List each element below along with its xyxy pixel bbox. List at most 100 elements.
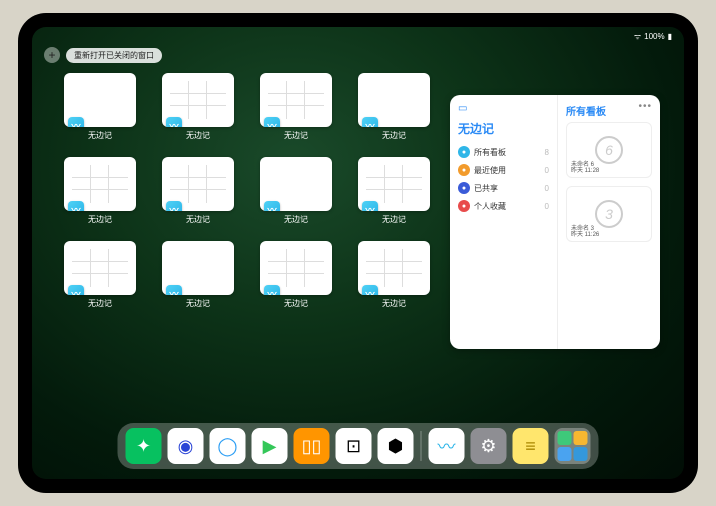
freeform-app-icon: 〰 bbox=[264, 201, 280, 211]
thumbnail-preview: 〰 bbox=[260, 73, 332, 127]
window-thumbnail[interactable]: 〰 无边记 bbox=[358, 73, 430, 151]
window-grid: 〰 无边记 〰 无边记 〰 无边记 〰 无边记 〰 无边记 〰 无边记 〰 无边… bbox=[64, 73, 430, 319]
thumbnail-preview: 〰 bbox=[162, 73, 234, 127]
thumbnail-preview: 〰 bbox=[260, 157, 332, 211]
thumbnail-label: 无边记 bbox=[284, 214, 308, 225]
thumbnail-preview: 〰 bbox=[260, 241, 332, 295]
settings-icon[interactable]: ⚙ bbox=[471, 428, 507, 464]
thumbnail-label: 无边记 bbox=[88, 214, 112, 225]
freeform-app-icon: 〰 bbox=[264, 285, 280, 295]
window-thumbnail[interactable]: 〰 无边记 bbox=[64, 157, 136, 235]
top-bar: + 重新打开已关闭的窗口 bbox=[44, 47, 162, 63]
thumbnail-label: 无边记 bbox=[186, 298, 210, 309]
screen: ᯤ 100% ▮ + 重新打开已关闭的窗口 〰 无边记 〰 无边记 〰 无边记 … bbox=[32, 27, 684, 479]
sidebar-item-count: 0 bbox=[545, 166, 549, 175]
new-window-button[interactable]: + bbox=[44, 47, 60, 63]
thumbnail-preview: 〰 bbox=[162, 157, 234, 211]
freeform-app-icon: 〰 bbox=[264, 117, 280, 127]
window-thumbnail[interactable]: 〰 无边记 bbox=[260, 157, 332, 235]
sidebar-item-count: 8 bbox=[545, 148, 549, 157]
category-icon: ● bbox=[458, 146, 470, 158]
thumbnail-preview: 〰 bbox=[358, 157, 430, 211]
board-card[interactable]: 3 未命名 3昨天 11:26 bbox=[566, 186, 652, 242]
board-caption: 未命名 3昨天 11:26 bbox=[571, 226, 599, 239]
freeform-app-icon: 〰 bbox=[166, 201, 182, 211]
thumbnail-preview: 〰 bbox=[162, 241, 234, 295]
freeform-app-icon: 〰 bbox=[166, 285, 182, 295]
graph-icon[interactable]: ⬢ bbox=[378, 428, 414, 464]
thumbnail-label: 无边记 bbox=[186, 214, 210, 225]
thumbnail-label: 无边记 bbox=[382, 214, 406, 225]
thumbnail-preview: 〰 bbox=[64, 73, 136, 127]
thumbnail-label: 无边记 bbox=[186, 130, 210, 141]
thumbnail-label: 无边记 bbox=[88, 298, 112, 309]
sidebar-item[interactable]: ● 个人收藏 0 bbox=[458, 197, 549, 215]
sidebar-item-label: 已共享 bbox=[474, 183, 498, 194]
status-right: ᯤ 100% ▮ bbox=[634, 31, 672, 42]
window-thumbnail[interactable]: 〰 无边记 bbox=[358, 241, 430, 319]
category-icon: ● bbox=[458, 200, 470, 212]
freeform-app-icon: 〰 bbox=[68, 285, 84, 295]
sidebar-item[interactable]: ● 已共享 0 bbox=[458, 179, 549, 197]
sidebar-item[interactable]: ● 最近使用 0 bbox=[458, 161, 549, 179]
thumbnail-label: 无边记 bbox=[382, 130, 406, 141]
thumbnail-label: 无边记 bbox=[382, 298, 406, 309]
window-thumbnail[interactable]: 〰 无边记 bbox=[260, 241, 332, 319]
battery-icon: ▮ bbox=[668, 32, 672, 41]
browser-icon[interactable]: ◯ bbox=[210, 428, 246, 464]
more-icon[interactable]: ••• bbox=[638, 101, 652, 112]
window-thumbnail[interactable]: 〰 无边记 bbox=[64, 73, 136, 151]
wechat-icon[interactable]: ✦ bbox=[126, 428, 162, 464]
freeform-app-icon: 〰 bbox=[362, 285, 378, 295]
window-thumbnail[interactable]: 〰 无边记 bbox=[64, 241, 136, 319]
quark-icon[interactable]: ◉ bbox=[168, 428, 204, 464]
sidebar-toggle-icon[interactable]: ▭ bbox=[458, 103, 549, 114]
board-thumbnail: 3 bbox=[595, 200, 623, 228]
freeform-app-icon: 〰 bbox=[68, 201, 84, 211]
freeform-app-icon: 〰 bbox=[362, 117, 378, 127]
panel-left: ▭ 无边记 ● 所有看板 8● 最近使用 0● 已共享 0● 个人收藏 0 bbox=[450, 95, 558, 349]
thumbnail-label: 无边记 bbox=[88, 130, 112, 141]
category-icon: ● bbox=[458, 164, 470, 176]
board-thumbnail: 6 bbox=[595, 136, 623, 164]
dock: ✦◉◯▶▯▯⊡⬢ 〰⚙≡ bbox=[118, 423, 599, 469]
window-thumbnail[interactable]: 〰 无边记 bbox=[162, 73, 234, 151]
sidebar-panel: ••• ▭ 无边记 ● 所有看板 8● 最近使用 0● 已共享 0● 个人收藏 … bbox=[450, 95, 660, 349]
freeform-app-icon: 〰 bbox=[362, 201, 378, 211]
sidebar-item-label: 个人收藏 bbox=[474, 201, 506, 212]
freeform-app-icon: 〰 bbox=[166, 117, 182, 127]
wifi-icon: ᯤ bbox=[634, 31, 641, 42]
books-icon[interactable]: ▯▯ bbox=[294, 428, 330, 464]
thumbnail-preview: 〰 bbox=[358, 73, 430, 127]
dock-separator bbox=[421, 431, 422, 461]
thumbnail-label: 无边记 bbox=[284, 298, 308, 309]
thumbnail-label: 无边记 bbox=[284, 130, 308, 141]
window-thumbnail[interactable]: 〰 无边记 bbox=[162, 157, 234, 235]
thumbnail-preview: 〰 bbox=[64, 241, 136, 295]
board-card[interactable]: 6 未命名 6昨天 11:28 bbox=[566, 122, 652, 178]
category-icon: ● bbox=[458, 182, 470, 194]
panel-right: 所有看板 6 未命名 6昨天 11:283 未命名 3昨天 11:26 bbox=[558, 95, 660, 349]
window-thumbnail[interactable]: 〰 无边记 bbox=[260, 73, 332, 151]
ipad-frame: ᯤ 100% ▮ + 重新打开已关闭的窗口 〰 无边记 〰 无边记 〰 无边记 … bbox=[18, 13, 698, 493]
sidebar-item-count: 0 bbox=[545, 184, 549, 193]
sidebar-item-label: 所有看板 bbox=[474, 147, 506, 158]
notes-icon[interactable]: ≡ bbox=[513, 428, 549, 464]
thumbnail-preview: 〰 bbox=[64, 157, 136, 211]
sidebar-item-label: 最近使用 bbox=[474, 165, 506, 176]
status-bar: ᯤ 100% ▮ bbox=[32, 27, 684, 45]
play-icon[interactable]: ▶ bbox=[252, 428, 288, 464]
panel-title: 无边记 bbox=[458, 120, 549, 137]
sidebar-item[interactable]: ● 所有看板 8 bbox=[458, 143, 549, 161]
dice-icon[interactable]: ⊡ bbox=[336, 428, 372, 464]
sidebar-item-count: 0 bbox=[545, 202, 549, 211]
freeform-icon[interactable]: 〰 bbox=[429, 428, 465, 464]
window-thumbnail[interactable]: 〰 无边记 bbox=[162, 241, 234, 319]
battery-label: 100% bbox=[644, 32, 664, 41]
window-thumbnail[interactable]: 〰 无边记 bbox=[358, 157, 430, 235]
reopen-closed-window-button[interactable]: 重新打开已关闭的窗口 bbox=[66, 48, 162, 63]
thumbnail-preview: 〰 bbox=[358, 241, 430, 295]
freeform-app-icon: 〰 bbox=[68, 117, 84, 127]
board-caption: 未命名 6昨天 11:28 bbox=[571, 162, 599, 175]
app-library-icon[interactable] bbox=[555, 428, 591, 464]
